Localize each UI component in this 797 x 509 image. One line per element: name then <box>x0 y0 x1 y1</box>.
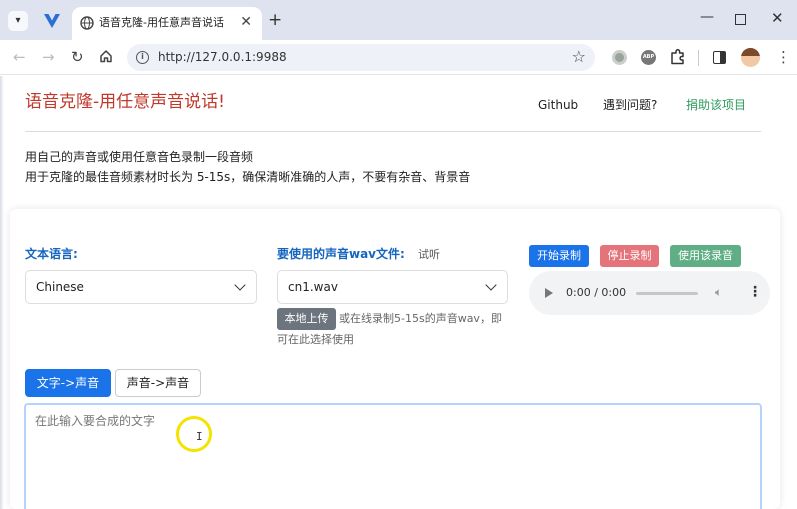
audio-time: 0:00 / 0:00 <box>566 286 627 299</box>
browser-tab[interactable]: 语音克隆-用任意声音说话 ✕ <box>72 7 262 40</box>
extension-green-icon[interactable] <box>612 50 627 65</box>
forward-arrow-icon[interactable]: → <box>42 48 55 66</box>
minimize-button[interactable]: — <box>700 9 714 25</box>
url-text[interactable]: http://127.0.0.1:9988 <box>158 50 287 65</box>
adblock-plus-icon[interactable]: ABP <box>641 50 656 65</box>
chevron-down-icon <box>234 279 246 291</box>
bookmark-star-icon[interactable]: ☆ <box>572 48 586 66</box>
audio-more-icon[interactable]: ⋮ <box>748 283 762 301</box>
language-label: 文本语言: <box>25 247 78 261</box>
profile-avatar[interactable] <box>741 48 760 67</box>
header-divider <box>25 131 761 132</box>
tab-text-to-speech[interactable]: 文字->声音 <box>25 369 111 397</box>
wav-select-value: cn1.wav <box>288 280 338 294</box>
language-select[interactable]: Chinese <box>25 270 257 304</box>
start-record-button[interactable]: 开始录制 <box>529 245 589 267</box>
audio-player: 0:00 / 0:00 🔈︎ ⋮ <box>529 271 770 315</box>
synthesis-text-input[interactable] <box>24 403 762 509</box>
wav-file-label: 要使用的声音wav文件: <box>277 247 405 261</box>
intro-line-2: 用于克隆的最佳音频素材时长为 5-15s，确保清晰准确的人声，不要有杂音、背景音 <box>25 170 471 184</box>
reload-icon[interactable]: ↻ <box>71 48 84 66</box>
stop-record-button[interactable]: 停止录制 <box>600 245 659 267</box>
donate-link[interactable]: 捐助该项目 <box>686 97 746 113</box>
listen-link[interactable]: 试听 <box>418 248 440 261</box>
site-info-icon[interactable]: i <box>136 51 149 64</box>
play-icon[interactable] <box>545 288 553 298</box>
browser-toolbar: ← → ↻ i http://127.0.0.1:9988 ☆ ABP ⋮ <box>0 40 797 75</box>
toolbar-divider <box>698 50 699 66</box>
tab-title: 语音克隆-用任意声音说话 <box>99 16 224 29</box>
app-logo-icon <box>44 14 60 28</box>
upload-hint: 或在线录制5-15s的声音wav，即 <box>339 312 502 325</box>
back-arrow-icon[interactable]: ← <box>13 48 26 66</box>
volume-icon[interactable]: 🔈︎ <box>715 285 722 300</box>
window-close-button[interactable]: ✕ <box>771 10 784 26</box>
new-tab-button[interactable]: + <box>268 11 282 29</box>
side-panel-icon[interactable] <box>713 51 726 64</box>
upload-hint-continued: 可在此选择使用 <box>277 333 354 346</box>
tab-voice-to-voice[interactable]: 声音->声音 <box>115 369 201 397</box>
use-recording-button[interactable]: 使用该录音 <box>670 245 741 267</box>
page-edge-shadow <box>0 76 4 509</box>
intro-line-1: 用自己的声音或使用任意音色录制一段音频 <box>25 150 254 164</box>
globe-icon <box>80 16 94 30</box>
cursor-highlight <box>176 416 212 452</box>
maximize-button[interactable] <box>735 14 746 25</box>
tab-close-icon[interactable]: ✕ <box>240 14 252 30</box>
browser-menu-icon[interactable]: ⋮ <box>776 47 791 67</box>
github-link[interactable]: Github <box>538 97 578 113</box>
home-icon[interactable] <box>99 49 113 63</box>
page-title: 语音克隆-用任意声音说话! <box>25 92 225 112</box>
extensions-puzzle-icon[interactable] <box>669 48 687 66</box>
local-upload-button[interactable]: 本地上传 <box>277 308 336 330</box>
audio-progress-bar[interactable] <box>636 292 698 295</box>
wav-file-select[interactable]: cn1.wav <box>277 270 508 304</box>
help-link[interactable]: 遇到问题? <box>603 97 657 113</box>
chevron-down-icon <box>485 279 497 291</box>
address-bar[interactable]: i http://127.0.0.1:9988 ☆ <box>127 44 595 71</box>
text-cursor-icon: I <box>196 430 203 443</box>
tab-search-chevron-icon[interactable]: ▾ <box>8 11 28 31</box>
browser-tab-bar: ▾ 语音克隆-用任意声音说话 ✕ + — ✕ <box>0 0 797 40</box>
language-select-value: Chinese <box>36 280 84 294</box>
